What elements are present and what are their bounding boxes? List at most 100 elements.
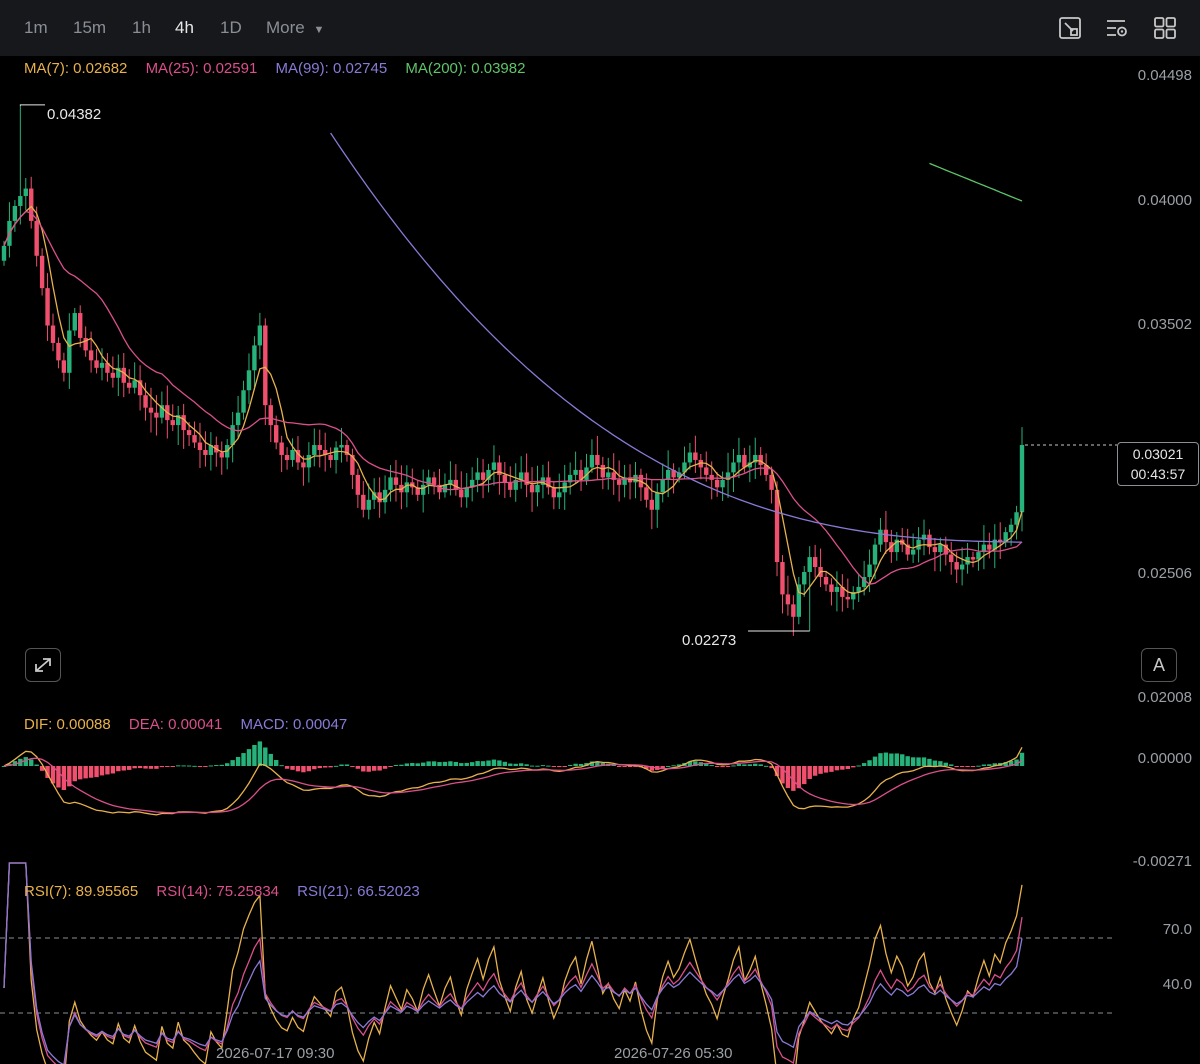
macd-histogram-bar: [736, 764, 742, 766]
price-axis-tick: 0.04498: [1137, 67, 1192, 84]
candle-body: [704, 467, 709, 475]
macd-histogram-bar: [203, 766, 208, 767]
macd-histogram-bar: [970, 766, 976, 767]
expand-icon: [35, 658, 51, 672]
indicator-settings-icon[interactable]: [1105, 16, 1129, 40]
macd-histogram-bar: [557, 766, 562, 768]
candle-body: [61, 360, 67, 373]
macd-histogram-bar: [546, 765, 551, 767]
candle-body: [186, 430, 192, 436]
time-axis-label: 2026-07-26 05:30: [614, 1045, 733, 1062]
macd-histogram-bar: [840, 766, 845, 770]
macd-histogram-bar: [709, 765, 714, 767]
candle-body: [807, 557, 812, 573]
macd-histogram-bar: [290, 766, 295, 770]
candle-body: [39, 255, 45, 289]
price-axis-tick: 0.02008: [1137, 689, 1192, 706]
macd-histogram-bar: [812, 766, 818, 776]
candle-body: [742, 454, 747, 468]
drawing-tools-icon[interactable]: [1058, 16, 1082, 40]
macd-histogram-bar: [943, 762, 948, 766]
candle-body: [88, 350, 94, 361]
candle-body: [284, 454, 290, 460]
macd-histogram-bar: [987, 764, 992, 766]
macd-histogram-bar: [469, 762, 475, 766]
chart-canvas[interactable]: [0, 56, 1200, 1064]
candle-body: [867, 564, 872, 577]
timeframe-1m[interactable]: 1m: [24, 18, 48, 38]
candle-body: [834, 586, 840, 592]
candle-body: [301, 462, 306, 468]
macd-histogram-bar: [753, 763, 758, 766]
macd-histogram-bar: [829, 766, 834, 772]
macd-histogram-bar: [88, 766, 94, 778]
macd-histogram-bar: [377, 766, 382, 771]
macd-histogram-bar: [518, 763, 524, 766]
candle-body: [328, 454, 333, 460]
macd-histogram-bar: [355, 766, 361, 769]
candle-body: [121, 367, 126, 383]
caret-down-icon: ▼: [313, 24, 325, 36]
candle-body: [420, 484, 426, 495]
price-axis-tick: 0.03502: [1137, 316, 1192, 333]
macd-histogram-bar: [867, 760, 872, 766]
timeframe-1h[interactable]: 1h: [132, 18, 151, 38]
macd-histogram-bar: [127, 766, 132, 770]
macd-histogram-bar: [486, 760, 491, 766]
candle-body: [45, 288, 50, 326]
rsi-legend: RSI(7): 89.95565 RSI(14): 75.25834 RSI(2…: [24, 883, 434, 900]
macd-histogram-bar: [388, 766, 393, 767]
candle-body: [1, 245, 7, 261]
candle-body: [502, 474, 508, 483]
timeframe-4h[interactable]: 4h: [175, 18, 194, 38]
macd-histogram-bar: [459, 763, 464, 766]
fullscreen-button[interactable]: [25, 648, 61, 682]
macd-histogram-bar: [665, 765, 671, 767]
current-price: 0.03021: [1132, 446, 1184, 462]
timeframe-15m[interactable]: 15m: [73, 18, 106, 38]
candle-body: [802, 572, 807, 585]
macd-histogram-bar: [344, 764, 350, 766]
candle-body: [388, 477, 393, 490]
candle-body: [67, 330, 72, 373]
macd-histogram-bar: [889, 753, 894, 766]
macd-histogram-bar: [284, 766, 290, 769]
candle-body: [535, 484, 540, 493]
candle-body: [791, 604, 796, 617]
candle-body: [235, 412, 241, 426]
macd-histogram-bar: [339, 764, 344, 766]
macd-histogram-bar: [720, 766, 725, 768]
macd-histogram-bar: [878, 753, 883, 766]
macd-axis-tick: -0.00271: [1132, 853, 1192, 870]
macd-histogram-bar: [491, 759, 497, 766]
candle-body: [557, 492, 562, 498]
macd-histogram-bar: [573, 763, 578, 766]
candle-body: [987, 544, 992, 550]
macd-histogram-bar: [246, 749, 252, 766]
macd-histogram-bar: [121, 766, 126, 771]
macd-histogram-bar: [1019, 752, 1025, 766]
more-timeframes-dropdown[interactable]: More ▼: [266, 18, 324, 38]
macd-histogram-bar: [137, 766, 143, 769]
candle-body: [938, 544, 943, 553]
macd-histogram-bar: [845, 766, 850, 769]
macd-histogram-bar: [540, 765, 546, 767]
macd-histogram-bar: [900, 754, 905, 766]
macd-histogram-bar: [279, 765, 284, 767]
macd-histogram-bar: [480, 761, 486, 766]
candle-body: [257, 325, 263, 346]
auto-scale-button[interactable]: A: [1141, 648, 1177, 682]
macd-histogram-bar: [949, 764, 954, 766]
candle-body: [709, 474, 714, 480]
macd-histogram-bar: [567, 764, 573, 766]
timeframe-1d[interactable]: 1D: [220, 18, 242, 38]
macd-histogram-bar: [562, 766, 567, 767]
macd-histogram-bar: [116, 766, 121, 772]
macd-histogram-bar: [268, 753, 273, 766]
macd-histogram-bar: [230, 760, 235, 766]
layout-grid-icon[interactable]: [1153, 16, 1177, 40]
macd-histogram-bar: [132, 766, 137, 769]
candle-body: [273, 425, 279, 443]
macd-histogram-bar: [453, 761, 459, 766]
candle-body: [595, 454, 600, 465]
